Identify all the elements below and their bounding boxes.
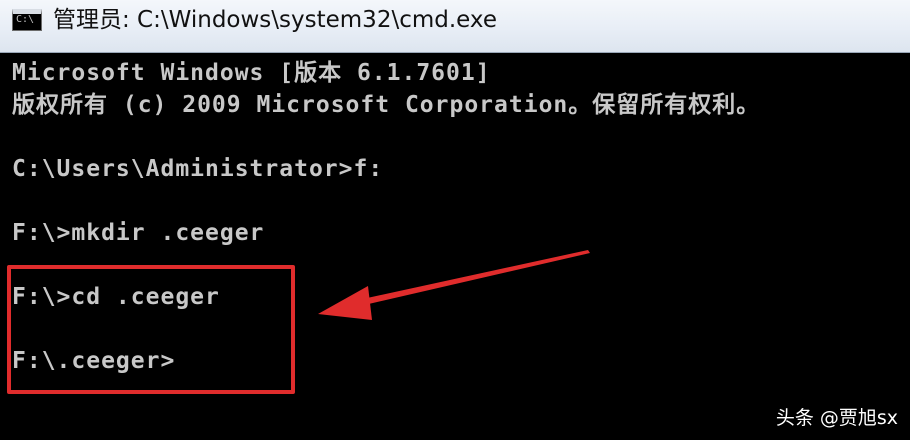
console-line-version: Microsoft Windows [版本 6.1.7601] [12,60,491,86]
watermark: 头条 @贾旭sx [775,407,898,429]
title-bar[interactable]: C:\ 管理员: C:\Windows\system32\cmd.exe [0,0,910,53]
highlight-box [7,265,295,394]
console-line-copyright: 版权所有 (c) 2009 Microsoft Corporation。保留所有… [12,92,761,118]
console-line-switch-drive: C:\Users\Administrator>f: [12,156,384,182]
cmd-window: C:\ 管理员: C:\Windows\system32\cmd.exe Mic… [0,0,910,440]
window-title: 管理员: C:\Windows\system32\cmd.exe [53,7,497,33]
console-line-mkdir: F:\>mkdir .ceeger [12,220,265,246]
cmd-icon[interactable]: C:\ [12,9,42,31]
cmd-icon-prompt: C:\ [16,14,35,25]
